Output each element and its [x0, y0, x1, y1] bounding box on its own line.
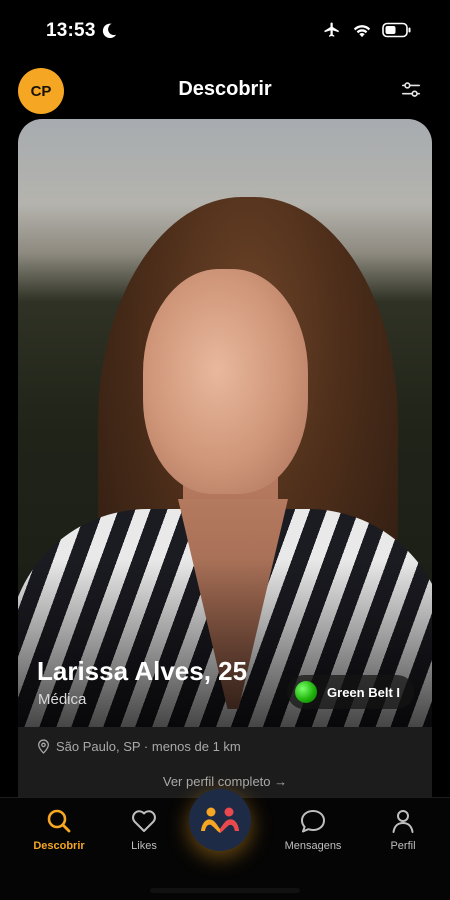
location-row: São Paulo, SP · menos de 1 km	[37, 739, 241, 754]
match-people-icon	[201, 807, 239, 833]
moon-icon	[102, 23, 117, 39]
location-text: São Paulo, SP · menos de 1 km	[56, 739, 241, 754]
profile-card[interactable]: Larissa Alves, 25 Médica Green Belt I Sã…	[18, 119, 432, 819]
nav-label-messages: Mensagens	[284, 840, 342, 852]
center-match-button[interactable]	[189, 789, 251, 851]
discover-screen: 13:53 CP Descobrir Larissa Alves, 25 Méd…	[0, 0, 450, 900]
profile-name-age: Larissa Alves, 25	[37, 656, 248, 686]
profile-occupation: Médica	[38, 691, 87, 708]
nav-item-profile[interactable]: Perfil	[358, 808, 448, 852]
nav-item-likes[interactable]: Likes	[99, 808, 189, 852]
airplane-icon	[324, 22, 339, 37]
photo-face	[143, 269, 308, 494]
nav-item-discover[interactable]: Descobrir	[14, 808, 104, 852]
sliders-icon[interactable]	[400, 80, 422, 100]
nav-label-discover: Descobrir	[33, 840, 85, 852]
chat-bubble-icon	[301, 810, 325, 833]
person-icon	[392, 810, 414, 833]
top-header: CP Descobrir	[0, 66, 450, 114]
nav-label-likes: Likes	[131, 840, 157, 852]
page-title: Descobrir	[178, 78, 272, 100]
heart-icon	[132, 810, 156, 832]
status-bar: 13:53	[0, 0, 450, 62]
home-indicator	[150, 888, 300, 893]
view-full-profile-link[interactable]: Ver perfil completo →	[18, 774, 432, 789]
profile-photo[interactable]	[18, 119, 432, 727]
battery-icon	[382, 22, 411, 38]
wifi-icon	[353, 25, 371, 38]
bottom-nav: Descobrir Likes Mensagens Perfil	[0, 789, 450, 900]
nav-item-messages[interactable]: Mensagens	[268, 808, 358, 852]
nav-label-profile: Perfil	[390, 840, 416, 852]
location-pin-icon	[38, 739, 49, 754]
green-belt-dot-icon	[295, 681, 318, 703]
belt-badge: Green Belt I	[287, 675, 414, 709]
user-avatar[interactable]: CP	[18, 68, 64, 114]
search-icon	[47, 809, 71, 833]
status-time: 13:53	[46, 20, 96, 41]
belt-label: Green Belt I	[327, 684, 400, 700]
status-icons	[322, 21, 412, 39]
